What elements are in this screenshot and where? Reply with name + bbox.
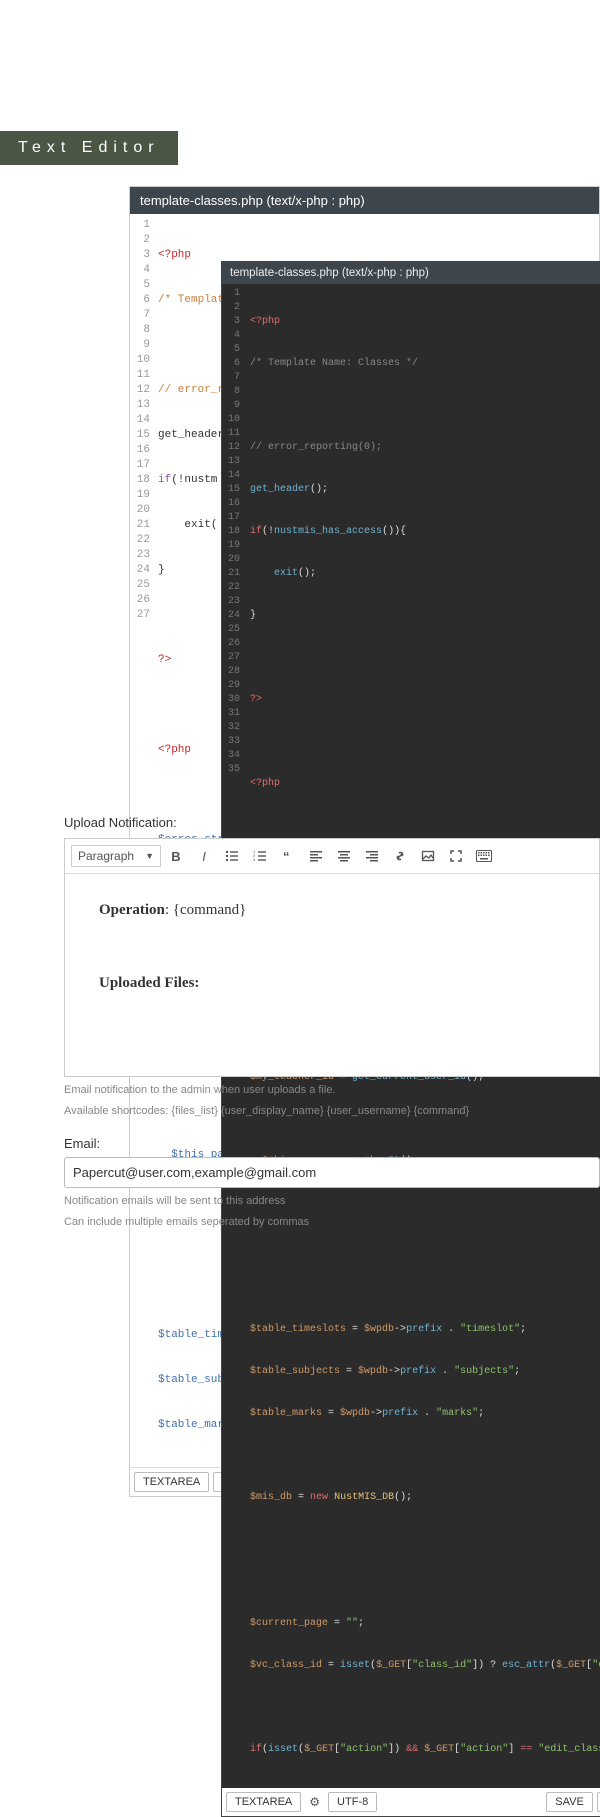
italic-icon[interactable]: I (191, 843, 217, 869)
email-label: Email: (64, 1136, 600, 1151)
editor-light-title: template-classes.php (text/x-php : php) (130, 187, 599, 214)
align-center-icon[interactable] (331, 843, 357, 869)
image-icon[interactable] (415, 843, 441, 869)
email-help-2: Can include multiple emails seperated by… (64, 1215, 600, 1230)
ol-icon[interactable]: 123 (247, 843, 273, 869)
section-label-text-editor: Text Editor (0, 131, 178, 165)
email-field[interactable] (64, 1157, 600, 1188)
email-help-1: Notification emails will be sent to this… (64, 1194, 600, 1209)
email-block: Email: Notification emails will be sent … (64, 1136, 600, 1231)
upload-notification-heading: Upload Notification: (64, 815, 600, 830)
textarea-button[interactable]: TEXTAREA (134, 1472, 209, 1492)
upload-notification-section: Upload Notification: Paragraph ▼ B I 123… (64, 815, 600, 1231)
textarea-button-dark[interactable]: TEXTAREA (226, 1792, 301, 1812)
content-uploaded-files: Uploaded Files: (99, 975, 571, 992)
ul-icon[interactable] (219, 843, 245, 869)
rich-text-editor: Paragraph ▼ B I 123 “ (64, 838, 600, 1077)
link-icon[interactable] (387, 843, 413, 869)
align-left-icon[interactable] (303, 843, 329, 869)
chevron-down-icon: ▼ (145, 851, 154, 861)
keyboard-icon[interactable] (471, 843, 497, 869)
bold-icon[interactable]: B (163, 843, 189, 869)
quote-icon[interactable]: “ (275, 843, 301, 869)
rte-content[interactable]: Operation: {command} Uploaded Files: (65, 874, 599, 1076)
help-text-2: Available shortcodes: {files_list} {user… (64, 1104, 600, 1119)
save-button[interactable]: SAVE (546, 1792, 593, 1812)
utf8-button[interactable]: UTF-8 (328, 1792, 377, 1812)
format-select[interactable]: Paragraph ▼ (71, 845, 161, 867)
editor-dark-footer: TEXTAREA ⚙ UTF-8 SAVE SAV (222, 1788, 600, 1816)
editor-dark-title: template-classes.php (text/x-php : php) (222, 262, 600, 284)
fullscreen-icon[interactable] (443, 843, 469, 869)
content-operation: Operation: {command} (99, 902, 571, 919)
svg-text:3: 3 (253, 857, 256, 862)
gear-icon[interactable]: ⚙ (305, 1795, 324, 1809)
align-right-icon[interactable] (359, 843, 385, 869)
format-select-label: Paragraph (78, 849, 134, 863)
help-text-1: Email notification to the admin when use… (64, 1083, 600, 1098)
rte-toolbar: Paragraph ▼ B I 123 “ (65, 839, 599, 874)
